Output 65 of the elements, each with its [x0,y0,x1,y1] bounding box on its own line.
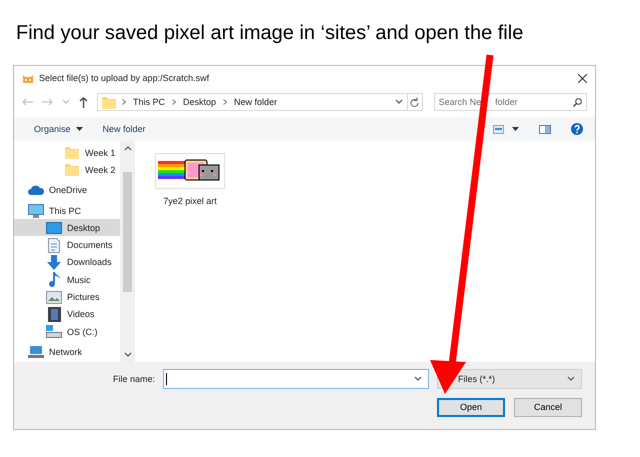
caret-icon [76,127,83,131]
pixel-art-thumbnail [155,153,225,189]
placeholder-text: Search Ne [438,97,482,107]
nav-item[interactable]: Documents [14,236,120,254]
chevron-right-icon [223,99,228,105]
dropdown-chevron-icon [567,376,576,382]
document-icon [48,238,60,253]
chevron-right-icon [122,99,126,105]
help-icon[interactable] [571,123,583,135]
view-options-icon[interactable] [493,124,504,134]
dialog-title: Select file(s) to upload by app:/Scratch.swf [39,73,210,83]
chevron-right-icon [172,99,176,105]
dropdown-chevron-icon [394,99,403,105]
placeholder-text: folder [495,97,518,107]
nav-item[interactable]: Network [14,343,120,361]
scrollbar[interactable] [120,141,135,362]
film-icon [48,306,60,322]
recent-locations-chevron-icon [62,99,70,105]
scrollbar-thumb[interactable] [123,172,132,292]
breadcrumb[interactable]: This PC [133,97,166,107]
search-field[interactable]: Search Ne folder [434,93,587,111]
dropdown-chevron-icon [414,376,422,382]
file-name: 7ye2 pixel art [163,196,217,206]
nav-item[interactable]: Week 1 [14,144,120,162]
drive-icon [46,325,62,338]
nav-item[interactable]: Desktop [14,219,120,236]
close-icon[interactable] [578,74,587,82]
file-item[interactable]: 7ye2 pixel art [152,153,228,206]
dialog-button[interactable]: Open [437,398,506,416]
nav-item[interactable]: OS (C:) [14,322,120,340]
nav-item[interactable]: Videos [14,306,120,323]
file-name-field[interactable] [163,369,430,389]
folder-icon [102,96,116,108]
folder-icon [65,163,79,176]
nav-item[interactable]: Week 2 [14,161,120,179]
breadcrumb[interactable]: New folder [234,97,278,107]
toolbar-button[interactable]: New folder [102,124,146,134]
music-note-icon [48,272,60,288]
address-bar[interactable]: This PC Desktop New folder [97,93,408,111]
nav-item[interactable]: Downloads [14,254,120,272]
nav-item[interactable]: OneDrive [14,182,120,199]
file-name-label: File name: [113,374,156,384]
cloud-icon [28,185,44,196]
nav-item[interactable]: Pictures [14,288,120,306]
preview-pane-icon[interactable] [539,124,551,134]
instruction-text: Find your saved pixel art image in ‘sites’ and open the file [16,22,524,45]
refresh-icon [410,97,420,107]
nav-item[interactable]: This PC [14,202,120,220]
picture-icon [46,290,62,304]
caret-icon[interactable] [512,127,519,131]
toolbar-button[interactable]: Organise [34,124,83,134]
refresh-button[interactable] [406,93,423,111]
desktop-icon [46,222,62,234]
dialog-button[interactable]: Cancel [514,398,582,416]
network-icon [28,346,44,358]
search-icon [573,98,582,106]
download-arrow-icon [47,254,61,270]
nav-item[interactable]: Music [14,271,120,288]
monitor-icon [28,204,44,218]
breadcrumb[interactable]: Desktop [183,97,216,107]
up-arrow-icon[interactable] [79,96,88,108]
cat-face-icon [22,73,34,83]
folder-icon [65,146,79,160]
scroll-up-chevron-icon [124,145,132,151]
scroll-down-chevron-icon [124,352,132,358]
